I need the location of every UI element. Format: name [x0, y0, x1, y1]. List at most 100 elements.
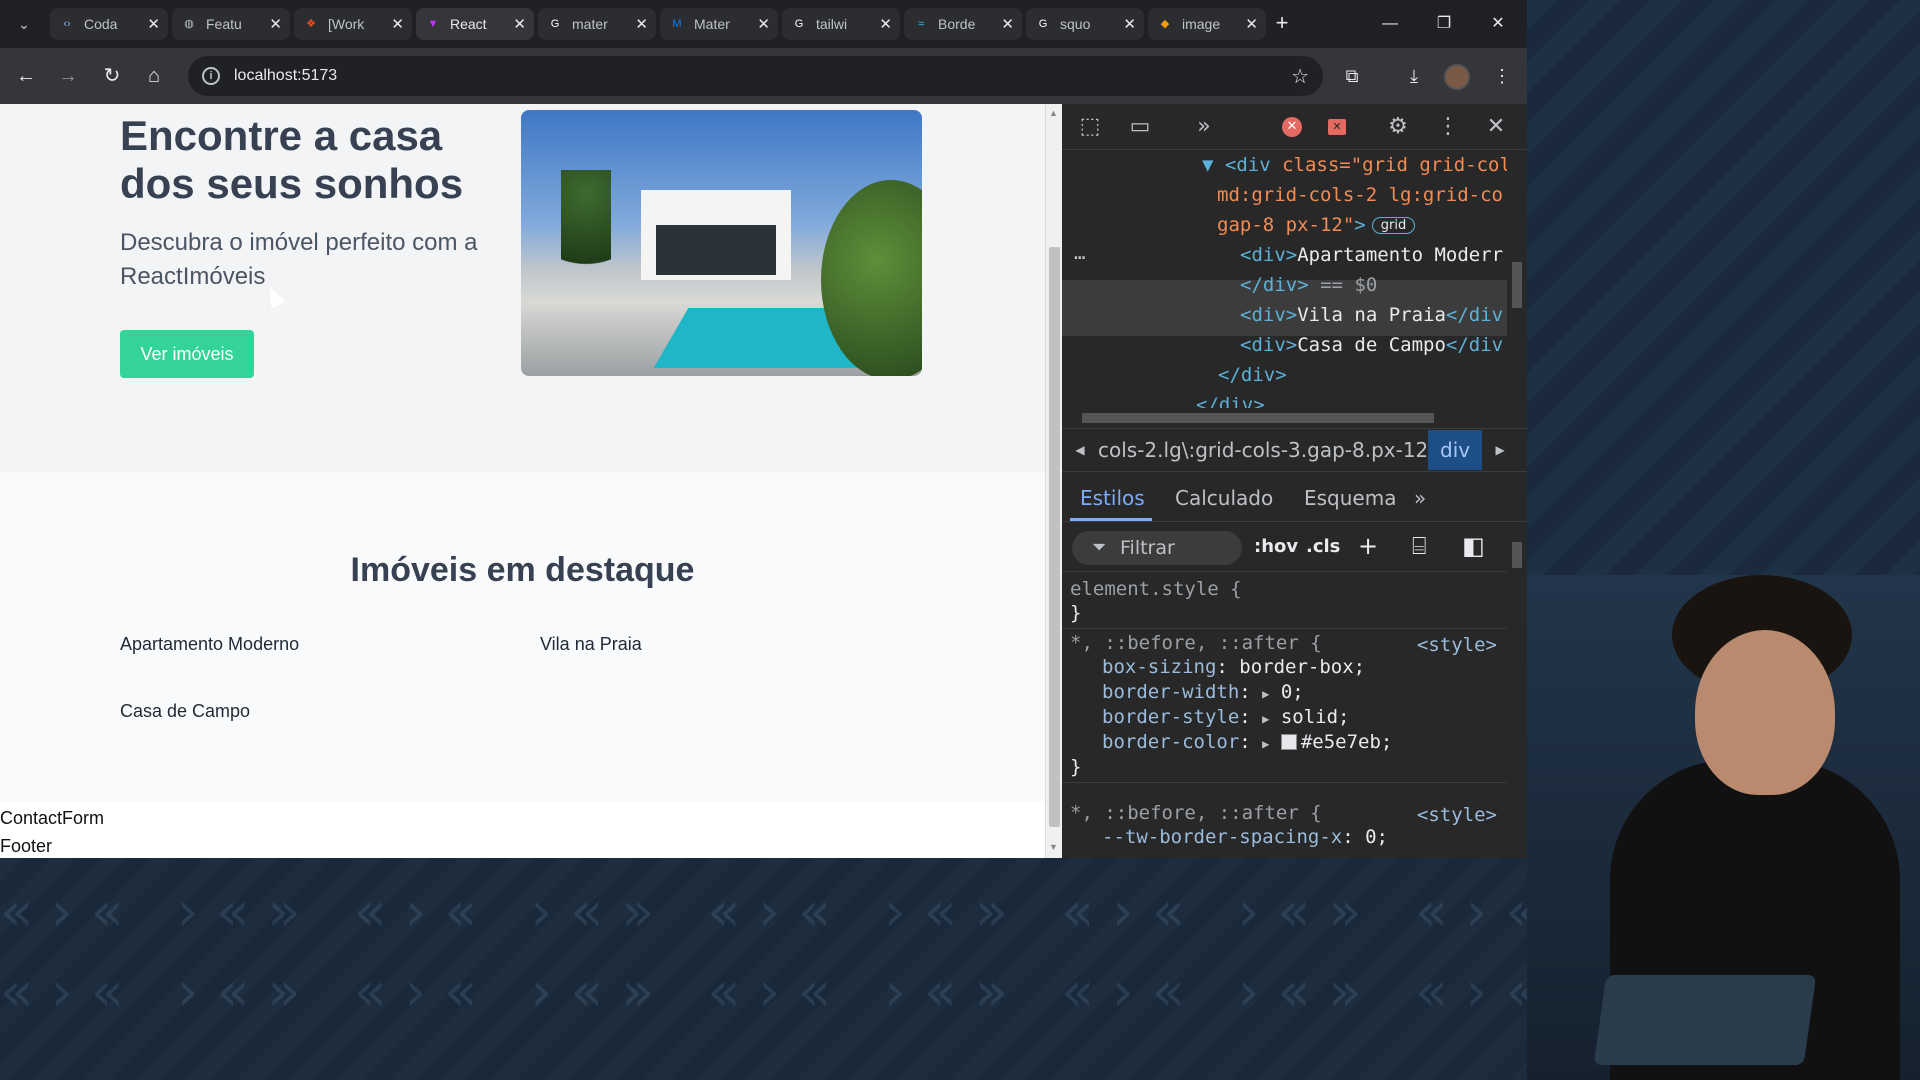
breadcrumb-path[interactable]: cols-2.lg\:grid-cols-3.gap-8.px-12	[1098, 438, 1428, 462]
tab-borde[interactable]: ≈ Borde ✕	[904, 8, 1022, 40]
download-icon[interactable]: ⤓	[1398, 60, 1430, 92]
elements-scroll-thumb[interactable]	[1512, 262, 1522, 308]
decl-box-sizing[interactable]: box-sizing: border-box;	[1102, 656, 1365, 678]
code-icon: ‹›	[63, 18, 71, 30]
close-icon[interactable]: ✕	[513, 15, 526, 33]
decl-border-style[interactable]: border-style: ▶ solid;	[1102, 706, 1350, 728]
styles-scroll-thumb[interactable]	[1512, 542, 1522, 568]
device-toolbar-icon[interactable]: ▭	[1126, 113, 1154, 141]
tab-tailwi[interactable]: G tailwi ✕	[782, 8, 900, 40]
tab-label: tailwi	[816, 16, 848, 32]
tab-react[interactable]: ▼ React ✕	[416, 8, 534, 40]
restore-icon[interactable]: ❐	[1424, 8, 1464, 40]
node-ellipsis-icon[interactable]: …	[1074, 242, 1085, 264]
tab-calculado[interactable]: Calculado	[1175, 486, 1273, 510]
more-tabs-chevron-icon[interactable]: »	[1414, 486, 1426, 510]
tab-estilos[interactable]: Estilos	[1080, 486, 1145, 510]
close-icon[interactable]: ✕	[635, 15, 648, 33]
tab-image[interactable]: ◆ image ✕	[1148, 8, 1266, 40]
kebab-menu-icon[interactable]: ⋮	[1486, 60, 1518, 92]
site-info-icon[interactable]: i	[202, 67, 220, 85]
add-rule-plus-icon[interactable]: +	[1358, 532, 1378, 560]
error-count-icon[interactable]: ✕	[1282, 117, 1302, 137]
inspect-element-icon[interactable]: ⬚	[1076, 113, 1104, 141]
expand-triangle-icon[interactable]: ▼	[1202, 154, 1213, 176]
tab-coda[interactable]: ‹› Coda ✕	[50, 8, 168, 40]
dom-node-close[interactable]: </div>	[1196, 394, 1265, 408]
contact-form-placeholder: ContactForm	[0, 808, 105, 828]
style-source-link[interactable]: <style>	[1417, 634, 1497, 656]
expand-triangle-icon[interactable]: ▶	[1262, 712, 1269, 726]
toggle-sidebar-icon[interactable]: ◧	[1462, 532, 1485, 560]
tab-esquema[interactable]: Esquema	[1304, 486, 1396, 510]
devtools-kebab-icon[interactable]: ⋮	[1434, 113, 1462, 141]
more-panels-chevron-icon[interactable]: »	[1190, 113, 1218, 141]
hov-button[interactable]: :hov	[1254, 536, 1298, 557]
style-source-link[interactable]: <style>	[1417, 804, 1497, 826]
element-style-selector[interactable]: element.style {	[1070, 578, 1242, 600]
tab-squo[interactable]: G squo ✕	[1026, 8, 1144, 40]
cls-button[interactable]: .cls	[1306, 536, 1340, 557]
dom-node-grid-div[interactable]: ▼ <div class="grid grid-col	[1202, 154, 1507, 176]
close-icon[interactable]: ✕	[269, 15, 282, 33]
breadcrumb-selected[interactable]: div	[1428, 430, 1483, 470]
home-icon[interactable]: ⌂	[138, 60, 170, 92]
elements-horizontal-scrollbar[interactable]	[1062, 408, 1507, 428]
grid-badge[interactable]: grid	[1371, 217, 1416, 234]
bookmark-star-icon[interactable]: ☆	[1291, 64, 1309, 89]
dom-node-close[interactable]: </div>	[1218, 364, 1287, 386]
breadcrumb-right-icon[interactable]: ▶	[1482, 443, 1518, 457]
tab-work[interactable]: ❖ [Work ✕	[294, 8, 412, 40]
expand-triangle-icon[interactable]: ▶	[1262, 737, 1269, 751]
window-close-icon[interactable]: ✕	[1478, 8, 1518, 40]
close-icon[interactable]: ✕	[879, 15, 892, 33]
profile-avatar[interactable]	[1444, 64, 1470, 90]
address-url[interactable]: localhost:5173	[234, 67, 337, 85]
new-tab-plus-icon[interactable]: +	[1268, 10, 1296, 38]
styles-scrollbar[interactable]	[1507, 522, 1527, 858]
dom-node-selected-close[interactable]: </div> == $0	[1240, 274, 1377, 296]
elements-hscroll-thumb[interactable]	[1082, 413, 1434, 423]
forward-arrow-icon[interactable]: →	[52, 60, 84, 92]
close-icon[interactable]: ✕	[1245, 15, 1258, 33]
back-arrow-icon[interactable]: ←	[10, 60, 42, 92]
breadcrumb-left-icon[interactable]: ◀	[1062, 443, 1098, 457]
view-properties-button[interactable]: Ver imóveis	[120, 330, 254, 378]
reload-icon[interactable]: ↻	[96, 60, 128, 92]
close-icon[interactable]: ✕	[391, 15, 404, 33]
close-icon[interactable]: ✕	[757, 15, 770, 33]
decl-border-color[interactable]: border-color: ▶ #e5e7eb;	[1102, 731, 1392, 753]
close-icon[interactable]: ✕	[1001, 15, 1014, 33]
dom-node-vila[interactable]: <div>Vila na Praia</div	[1240, 304, 1503, 326]
settings-gear-icon[interactable]: ⚙	[1384, 113, 1412, 141]
scroll-up-icon[interactable]: ▲	[1049, 108, 1058, 118]
dom-node-selected[interactable]: <div>Apartamento Moderr	[1240, 244, 1503, 266]
property-item: Casa de Campo	[120, 701, 251, 721]
close-icon[interactable]: ✕	[1123, 15, 1136, 33]
universal-selector-2[interactable]: *, ::before, ::after {	[1070, 802, 1322, 824]
page-scrollbar[interactable]: ▲ ▼	[1045, 104, 1062, 858]
decl-border-width[interactable]: border-width: ▶ 0;	[1102, 681, 1304, 703]
page-scroll-thumb[interactable]	[1049, 247, 1060, 827]
issues-icon[interactable]: ✕	[1328, 119, 1346, 135]
filter-funnel-icon: ⏷	[1092, 537, 1107, 558]
tab-featu[interactable]: ◍ Featu ✕	[172, 8, 290, 40]
filter-input[interactable]: ⏷ Filtrar	[1072, 531, 1242, 565]
decl-tw-border-spacing-x[interactable]: --tw-border-spacing-x: 0;	[1102, 826, 1388, 848]
mui-icon: M	[672, 18, 682, 30]
expand-triangle-icon[interactable]: ▶	[1262, 687, 1269, 701]
color-swatch[interactable]	[1280, 734, 1297, 750]
tab-search-chevron-icon[interactable]: ⌄	[12, 12, 36, 36]
close-icon[interactable]: ✕	[147, 15, 160, 33]
minimize-icon[interactable]: —	[1370, 8, 1410, 40]
tab-mater[interactable]: G mater ✕	[538, 8, 656, 40]
extensions-puzzle-icon[interactable]: ⧉	[1336, 60, 1368, 92]
tab-mater-mui[interactable]: M Mater ✕	[660, 8, 778, 40]
universal-selector[interactable]: *, ::before, ::after {	[1070, 632, 1322, 654]
elements-vertical-scrollbar[interactable]	[1507, 150, 1527, 408]
scroll-down-icon[interactable]: ▼	[1049, 842, 1058, 852]
dom-node-casa[interactable]: <div>Casa de Campo</div	[1240, 334, 1503, 356]
devtools-close-icon[interactable]: ✕	[1482, 113, 1510, 141]
paint-brush-icon[interactable]: ⌸	[1412, 532, 1426, 560]
address-bar[interactable]: i localhost:5173 ☆	[188, 56, 1323, 96]
